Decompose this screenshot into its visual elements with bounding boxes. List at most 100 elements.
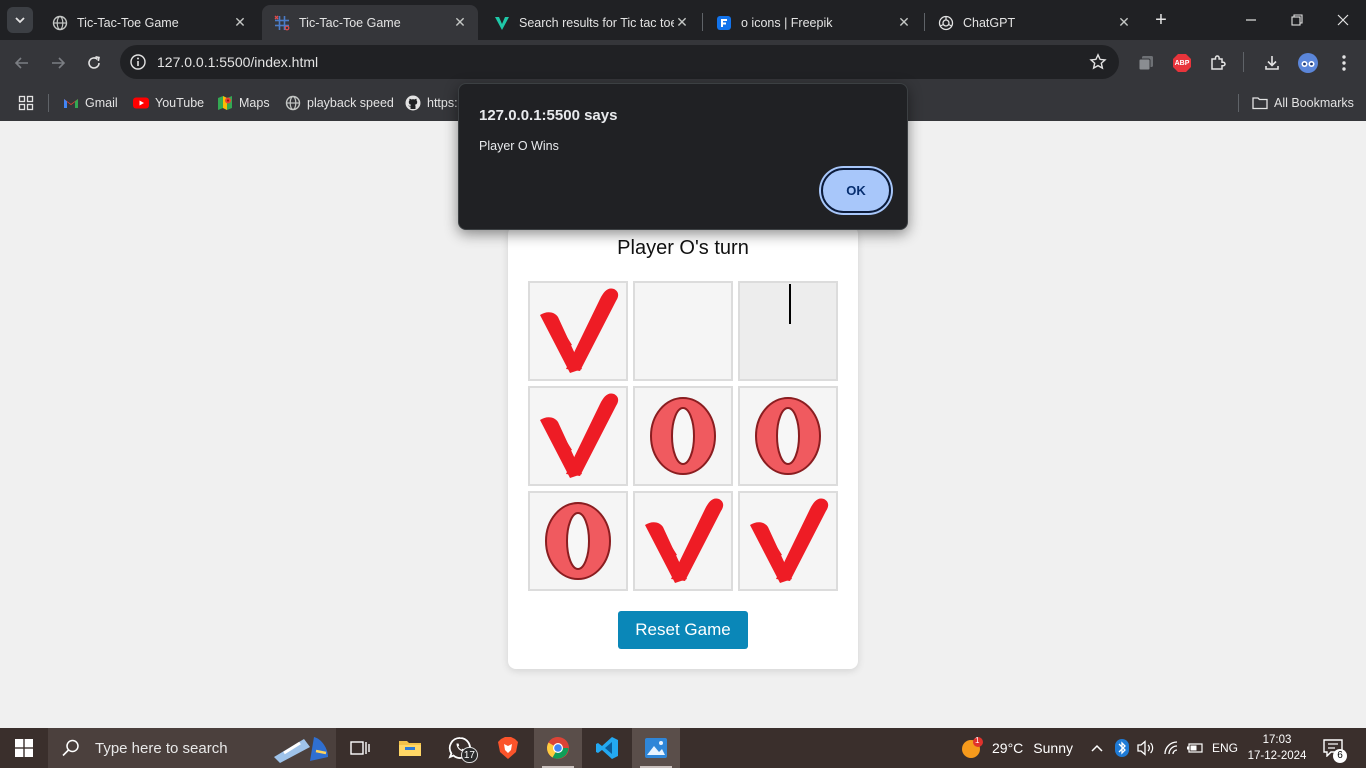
clock-date: 17-12-2024: [1247, 750, 1307, 762]
show-hidden-icons-button[interactable]: [1090, 728, 1104, 768]
taskbar-search[interactable]: Type here to search: [48, 728, 336, 768]
clock[interactable]: 17:03 17-12-2024: [1246, 732, 1308, 764]
bookmark-github[interactable]: https:: [405, 93, 458, 113]
notifications-button[interactable]: 6: [1323, 728, 1347, 768]
globe-icon: [52, 15, 68, 31]
globe-icon: [285, 95, 301, 111]
close-icon: [1337, 14, 1349, 26]
minimize-button[interactable]: [1241, 10, 1261, 30]
taskbar-photos[interactable]: [632, 728, 680, 768]
github-icon: [405, 95, 421, 111]
close-icon[interactable]: ✕: [452, 14, 468, 31]
tab-3[interactable]: Search results for Tic tac toe ✕: [482, 5, 700, 40]
photos-icon: [645, 738, 667, 758]
volume-icon: [1137, 740, 1154, 756]
all-bookmarks-label: All Bookmarks: [1274, 96, 1354, 110]
forward-button[interactable]: [47, 52, 69, 74]
close-icon[interactable]: ✕: [896, 14, 912, 31]
adblock-extension[interactable]: ABP: [1171, 52, 1193, 74]
more-vertical-icon: [1342, 55, 1346, 71]
taskbar-whatsapp[interactable]: 17: [436, 728, 484, 768]
taskbar-file-explorer[interactable]: [386, 728, 434, 768]
taskbar-brave[interactable]: [484, 728, 532, 768]
address-bar[interactable]: 127.0.0.1:5500/index.html: [120, 45, 1119, 79]
board-cell[interactable]: [528, 491, 628, 591]
chevron-up-icon: [1091, 744, 1103, 752]
x-mark: [750, 498, 829, 583]
bookmark-playback-speed[interactable]: playback speed: [285, 93, 394, 113]
close-window-button[interactable]: [1333, 10, 1353, 30]
apps-button[interactable]: [18, 93, 34, 113]
tab-title: Tic-Tac-Toe Game: [299, 15, 401, 30]
chevron-down-icon: [15, 17, 25, 24]
volume-button[interactable]: [1137, 728, 1155, 768]
sun-icon: [962, 737, 983, 758]
restore-icon: [1291, 14, 1303, 26]
bookmark-star-icon[interactable]: [1089, 53, 1107, 71]
maps-icon: [217, 95, 233, 111]
all-bookmarks-button[interactable]: All Bookmarks: [1252, 93, 1354, 113]
downloads-button[interactable]: [1261, 52, 1283, 74]
x-mark: [540, 288, 619, 373]
bookmark-gmail[interactable]: Gmail: [63, 93, 118, 113]
close-icon[interactable]: ✕: [1116, 14, 1132, 31]
board-cell[interactable]: [528, 386, 628, 486]
weather-widget[interactable]: 1 29°C Sunny: [960, 728, 1073, 768]
reload-icon: [88, 56, 100, 69]
task-view-button[interactable]: [336, 728, 384, 768]
taskbar-vscode[interactable]: [583, 728, 631, 768]
weather-temp: 29°C: [992, 740, 1024, 756]
notification-count: 6: [1333, 749, 1347, 763]
arrow-left-icon: [14, 57, 28, 69]
bluetooth-button[interactable]: [1115, 728, 1129, 768]
bookmark-label: https:: [427, 96, 458, 110]
board-cell[interactable]: [738, 491, 838, 591]
board-cell[interactable]: [738, 386, 838, 486]
tab-1[interactable]: Tic-Tac-Toe Game ✕: [40, 5, 258, 40]
tab-2[interactable]: Tic-Tac-Toe Game ✕: [262, 5, 478, 40]
url-text[interactable]: 127.0.0.1:5500/index.html: [157, 54, 318, 70]
extensions-button[interactable]: [1207, 52, 1229, 74]
chatgpt-icon: [938, 15, 954, 31]
input-language: ENG: [1212, 741, 1239, 755]
battery-icon: [1187, 743, 1203, 753]
folder-icon: [399, 741, 421, 756]
tab-groups-button[interactable]: [1135, 52, 1157, 74]
alert-dialog: 127.0.0.1:5500 says Player O Wins OK: [458, 83, 908, 230]
board-cell[interactable]: [528, 281, 628, 381]
profile-button[interactable]: [1297, 52, 1319, 74]
board-cell[interactable]: [633, 491, 733, 591]
tab-4[interactable]: o icons | Freepik ✕: [704, 5, 922, 40]
network-button[interactable]: [1163, 728, 1181, 768]
tab-title: Tic-Tac-Toe Game: [77, 15, 179, 30]
battery-button[interactable]: [1186, 728, 1204, 768]
search-icon: [62, 739, 79, 757]
close-icon[interactable]: ✕: [674, 14, 690, 31]
start-button[interactable]: [0, 728, 48, 768]
close-icon[interactable]: ✕: [232, 14, 248, 31]
restore-button[interactable]: [1287, 10, 1307, 30]
reset-game-button[interactable]: Reset Game: [618, 611, 748, 649]
tab-title: o icons | Freepik: [741, 15, 833, 30]
bookmark-maps[interactable]: Maps: [217, 93, 270, 113]
back-button[interactable]: [11, 52, 33, 74]
new-tab-button[interactable]: +: [1151, 10, 1171, 30]
site-info-icon[interactable]: [129, 53, 147, 71]
alert-ok-button[interactable]: OK: [821, 168, 891, 213]
tab-search-button[interactable]: [7, 7, 33, 33]
apps-grid-icon: [18, 95, 34, 111]
taskbar-chrome[interactable]: [534, 728, 582, 768]
reload-button[interactable]: [83, 52, 105, 74]
input-language-button[interactable]: ENG: [1212, 728, 1238, 768]
windows-logo-icon: [15, 739, 33, 757]
vectorizer-icon: [494, 15, 510, 31]
o-mark: [755, 397, 821, 475]
text-cursor: [789, 284, 791, 324]
tab-5[interactable]: ChatGPT ✕: [926, 5, 1142, 40]
bookmark-youtube[interactable]: YouTube: [133, 93, 204, 113]
menu-button[interactable]: [1333, 52, 1355, 74]
search-placeholder: Type here to search: [95, 739, 228, 757]
board-cell[interactable]: [633, 281, 733, 381]
board-cell[interactable]: [738, 281, 838, 381]
board-cell[interactable]: [633, 386, 733, 486]
